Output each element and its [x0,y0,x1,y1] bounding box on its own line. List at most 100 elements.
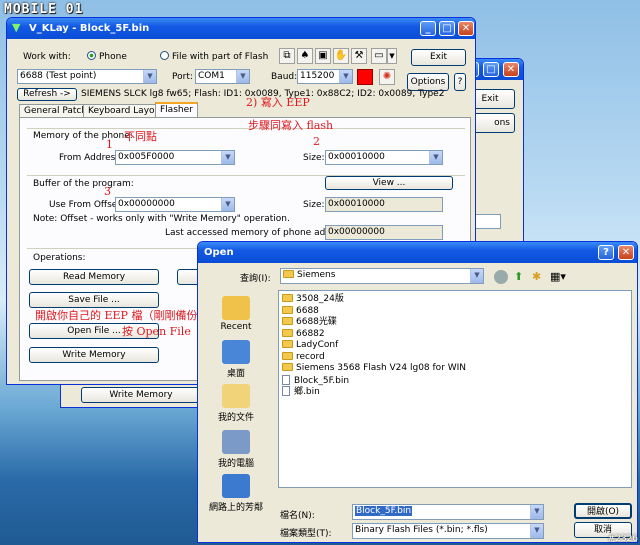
places-bar: Recent 桌面 我的文件 我的電腦 網路上的芳鄰 [202,290,270,513]
place-recent[interactable]: Recent [208,296,264,332]
folder-item[interactable]: 66882 [282,328,466,341]
toolbar-dropdown-icon[interactable]: ▼ [387,48,397,64]
radio-file[interactable]: File with part of Flash [160,51,268,62]
buffer-size-field: 0x00010000 [325,197,443,212]
toolbar-image-icon[interactable]: ▣ [315,48,331,64]
watermark-id: #2326 [607,534,638,544]
work-with-label: Work with: [23,52,71,62]
folder-item[interactable]: 6688光碟 [282,317,466,329]
memory-group-label: Memory of the phone: [33,131,133,141]
file-item[interactable]: 鄉.bin [282,386,466,398]
chevron-down-icon: ▼ [470,269,483,283]
back-arrow-icon[interactable] [494,270,508,284]
annotation-not-same: 不同點 [124,130,157,143]
close-button[interactable]: ✕ [503,62,519,77]
maximize-button[interactable]: □ [439,21,455,36]
file-list[interactable]: 3508_24版 6688 6688光碟 66882 LadyConf reco… [278,290,632,488]
folder-icon [282,363,293,371]
app-icon: ▼ [12,21,21,34]
toolbar-window-icon[interactable]: ▭ [371,48,387,64]
file-icon [282,374,290,385]
place-desktop[interactable]: 桌面 [208,340,264,379]
place-my-computer[interactable]: 我的電腦 [208,430,264,469]
view-menu-icon[interactable]: ▦▾ [550,270,566,283]
tab-general-patch[interactable]: General Patch [19,104,93,118]
file-item[interactable]: Block_5F.bin [282,374,466,387]
toolbar-hand-icon[interactable]: ✋ [333,48,349,64]
chevron-down-icon: ▼ [339,70,352,83]
annotation-number-2: 2 [313,135,320,148]
chevron-down-icon: ▼ [530,505,543,519]
file-icon [282,386,290,396]
chevron-down-icon: ▼ [530,524,543,538]
from-address-select[interactable]: 0x005F0000 ▼ [115,150,235,165]
toolbar-copy-icon[interactable]: ⧉ [279,48,295,64]
from-address-label: From Address: [59,153,124,163]
read-memory-button[interactable]: Read Memory [29,269,159,285]
toolbar-bell-icon[interactable]: ♠ [297,48,313,64]
filetype-select[interactable]: Binary Flash Files (*.bin; *.fls) ▼ [352,523,544,539]
folder-item[interactable]: 6688 [282,305,466,318]
tab-flasher[interactable]: Flasher [155,102,198,118]
window-title: V_KLay - Block_5F.bin [29,23,150,34]
save-file-button[interactable]: Save File ... [29,292,159,308]
filename-input[interactable]: Block_5F.bin ▼ [352,504,544,520]
folder-icon [282,294,293,302]
gear-icon[interactable]: ✺ [379,69,395,85]
toolbar-tools-icon[interactable]: ⚒ [351,48,367,64]
phone-model-select[interactable]: 6688 (Test point) ▼ [17,69,157,84]
annotation-number-1: 1 [106,138,113,151]
refresh-button[interactable]: Refresh -> [17,88,77,101]
lookin-label: 查詢(I): [240,274,271,284]
open-dialog: Open ? ✕ 查詢(I): Siemens ▼ ⬆ ✱ ▦▾ Recent 桌… [197,241,638,543]
place-network[interactable]: 網路上的芳鄰 [202,474,270,513]
annotation-step-flash: 步驟同寫入 flash [248,119,334,132]
chevron-down-icon: ▼ [143,70,156,83]
chevron-down-icon: ▼ [429,151,442,164]
maximize-button[interactable]: □ [483,62,499,77]
size-select[interactable]: 0x00010000 ▼ [325,150,443,165]
dialog-help-button[interactable]: ? [598,245,614,260]
radio-phone[interactable]: Phone [87,51,127,62]
filetype-label: 檔案類型(T): [280,529,332,539]
new-folder-icon[interactable]: ✱ [532,270,541,283]
operations-group-label: Operations: [33,253,86,263]
folder-item[interactable]: LadyConf [282,340,466,352]
open-button[interactable]: 開啟(O) [574,503,632,519]
baud-label: Baud: [271,72,298,82]
offset-select[interactable]: 0x00000000 ▼ [115,197,235,212]
status-red-indicator [357,69,373,85]
folder-icon [282,328,293,337]
size-label: Size: [303,153,325,163]
dialog-close-button[interactable]: ✕ [618,245,634,260]
port-select[interactable]: COM1 ▼ [195,69,250,84]
annotation-open-eep: 開啟你自己的 EEP 檔（剛剛備份的 [35,309,209,322]
close-button[interactable]: ✕ [458,21,474,36]
open-dialog-titlebar: Open [198,242,637,263]
use-offset-label: Use From Offset: [49,200,124,210]
back-write-memory-button[interactable]: Write Memory [81,387,201,403]
place-my-documents[interactable]: 我的文件 [208,384,264,423]
main-titlebar: ▼ V_KLay - Block_5F.bin [7,18,475,39]
folder-item[interactable]: record [282,351,466,364]
chevron-down-icon: ▼ [221,198,234,211]
port-label: Port: [172,72,193,82]
lookin-select[interactable]: Siemens ▼ [280,268,484,284]
baud-select[interactable]: 115200 ▼ [297,69,353,84]
chevron-down-icon: ▼ [221,151,234,164]
view-button[interactable]: View ... [325,176,453,190]
folder-icon [282,305,293,314]
radio-selected-icon [87,51,96,60]
folder-icon [282,351,293,360]
annotation-press-open: 按 Open File [122,325,191,338]
write-memory-button[interactable]: Write Memory [29,347,159,363]
minimize-button[interactable]: _ [420,21,436,36]
buffer-size-label: Size: [303,200,325,210]
up-folder-icon[interactable]: ⬆ [514,270,523,283]
folder-icon [282,340,293,348]
annotation-write-eep: 2) 寫入 EEP [246,96,310,109]
folder-item[interactable]: 3508_24版 [282,294,466,306]
exit-button[interactable]: Exit [411,49,466,66]
chevron-down-icon: ▼ [236,70,249,83]
folder-item[interactable]: Siemens 3568 Flash V24 lg08 for WIN [282,363,466,375]
